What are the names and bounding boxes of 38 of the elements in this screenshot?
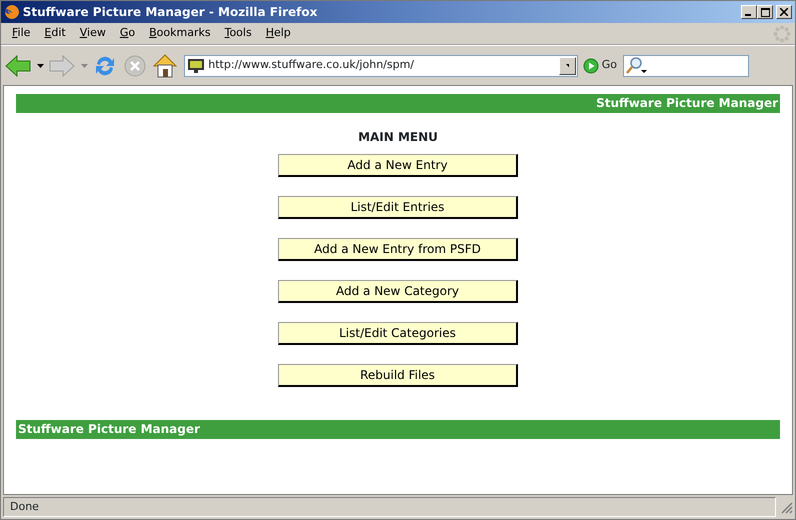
page-icon xyxy=(187,58,206,74)
caret-icon xyxy=(566,64,568,68)
page-header-bar: Stuffware Picture Manager xyxy=(16,94,780,113)
menu-item[interactable]: File xyxy=(5,25,38,42)
window-title: Stuffware Picture Manager - Mozilla Firefox xyxy=(22,4,318,21)
browser-logo-icon xyxy=(4,4,20,20)
menu-item[interactable]: Edit xyxy=(37,25,73,42)
menu-button[interactable]: Rebuild Files xyxy=(278,364,518,387)
search-icon xyxy=(626,56,648,74)
menu-item[interactable]: Bookmarks xyxy=(142,25,218,42)
menu-heading: MAIN MENU xyxy=(357,129,439,146)
menu-item[interactable]: View xyxy=(72,25,113,42)
back-arrow-icon[interactable] xyxy=(5,54,31,76)
go-button[interactable]: Go xyxy=(583,57,618,74)
minimize-button[interactable] xyxy=(741,5,758,19)
page-footer-bar: Stuffware Picture Manager xyxy=(16,420,780,439)
status-text: Done xyxy=(3,497,776,517)
menu-item[interactable]: Go xyxy=(112,25,142,42)
menu-button[interactable]: Add a New Category xyxy=(278,280,518,303)
search-field[interactable] xyxy=(622,54,749,76)
stop-icon[interactable] xyxy=(122,54,146,78)
dropdown-button[interactable] xyxy=(558,56,576,74)
menu-button[interactable]: List/Edit Entries xyxy=(278,196,518,219)
resize-grip-icon[interactable] xyxy=(779,500,793,514)
menu-button[interactable]: Add a New Entry from PSFD xyxy=(278,238,518,261)
menu-button[interactable]: List/Edit Categories xyxy=(278,322,518,345)
menu-item[interactable]: Help xyxy=(258,25,298,42)
address-field[interactable]: http://www.stuffware.co.uk/john/spm/ xyxy=(184,54,578,76)
menu-item[interactable]: Tools xyxy=(218,25,259,42)
menu-button[interactable]: Add a New Entry xyxy=(278,154,518,177)
maximize-icon xyxy=(760,8,770,16)
maximize-button[interactable] xyxy=(757,5,774,19)
throbber-icon xyxy=(773,24,791,42)
close-icon xyxy=(780,8,788,16)
caret-icon[interactable] xyxy=(36,64,44,68)
close-button[interactable] xyxy=(776,5,792,19)
go-icon xyxy=(583,58,599,74)
home-icon[interactable] xyxy=(152,52,178,78)
